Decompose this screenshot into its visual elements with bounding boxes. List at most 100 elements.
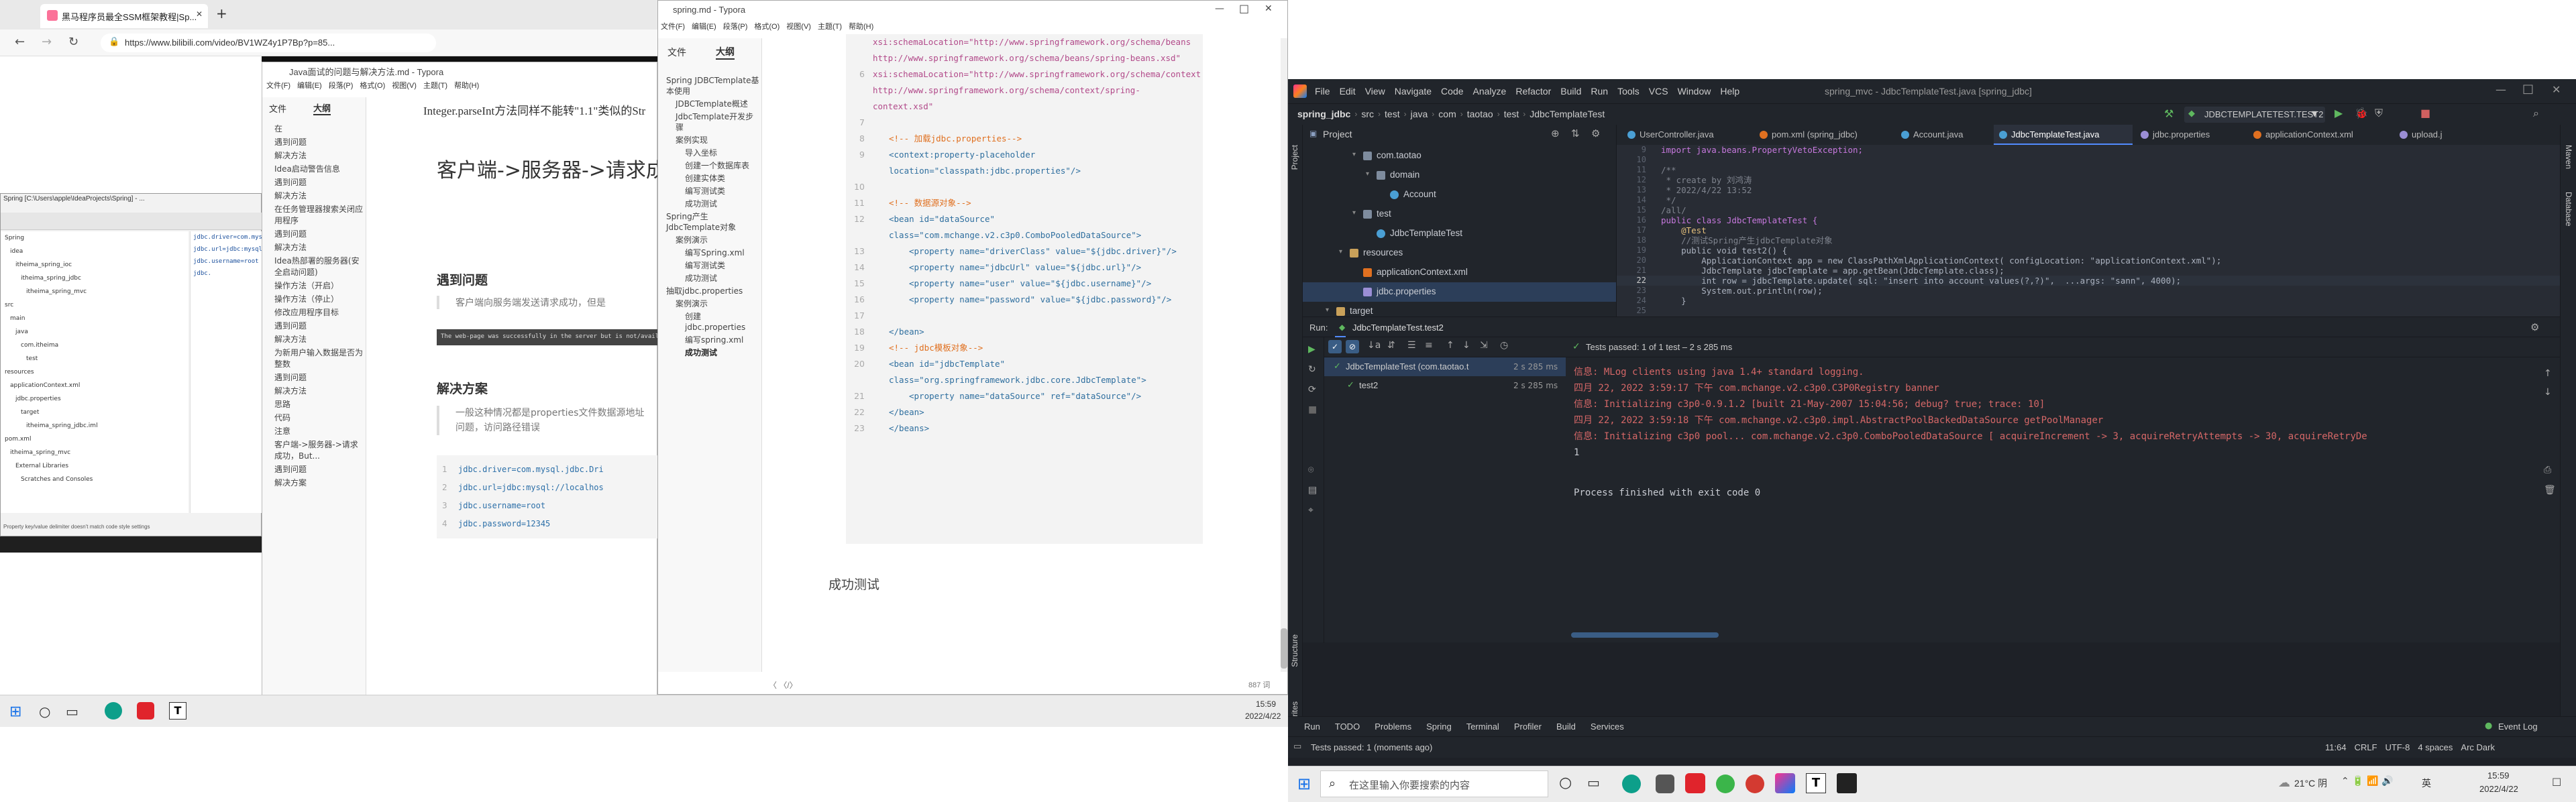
typora-taskbar-icon[interactable]: T (1806, 773, 1826, 793)
menu-window[interactable]: Window (1678, 86, 1711, 97)
next-failed-icon[interactable]: ↓ (1462, 340, 1470, 351)
menu-item[interactable]: 文件(F) (266, 80, 290, 91)
bottom-tab-todo[interactable]: TODO (1335, 722, 1360, 732)
outline-item[interactable]: 编写测试类 (685, 260, 760, 271)
outline-item[interactable]: 成功测试 (685, 347, 760, 358)
structure-tool-label[interactable]: Structure (1290, 634, 1299, 667)
chevron-icon[interactable]: ▾ (1352, 209, 1356, 217)
outline-item[interactable]: 案例演示 (676, 298, 760, 309)
sidebar-tab[interactable]: 文件 (667, 46, 686, 59)
run-icon[interactable]: ▶ (2334, 107, 2343, 119)
ignored-filter-icon[interactable]: ⊘ (1346, 340, 1359, 353)
breadcrumb-item[interactable]: JdbcTemplateTest (1529, 109, 1605, 119)
menu-item[interactable]: 主题(T) (818, 21, 842, 32)
outline-item[interactable]: 编写spring.xml (685, 335, 760, 345)
console-print-icon[interactable]: ⎙ (2544, 465, 2551, 475)
menu-item[interactable]: 格式(O) (754, 21, 780, 32)
toggle-autotest-icon[interactable]: ⟳ (1308, 384, 1316, 395)
cortana-icon[interactable]: ○ (1559, 775, 1572, 791)
status-item[interactable]: 11:64 (2325, 742, 2347, 752)
right-clock-date[interactable]: 2022/4/22 (2479, 784, 2518, 794)
bottom-tab-problems[interactable]: Problems (1375, 722, 1411, 732)
status-item[interactable]: 4 spaces (2418, 742, 2453, 752)
edge-icon[interactable] (1622, 775, 1641, 793)
bottom-tab-profiler[interactable]: Profiler (1514, 722, 1542, 732)
collapse-all-icon[interactable]: ⇅ (1571, 127, 1580, 139)
outline-item[interactable]: 思路 (274, 399, 364, 410)
app-icon-1[interactable] (1656, 775, 1674, 793)
terminal-icon[interactable] (1837, 773, 1857, 793)
menu-item[interactable]: 帮助(H) (454, 80, 479, 91)
outline-item[interactable]: 操作方法（停止） (274, 294, 364, 305)
gear-icon[interactable]: ⚙ (1591, 127, 1600, 139)
outline-item[interactable]: 遇到问题 (274, 372, 364, 384)
tree-item[interactable]: ▾ com.taotao (1303, 146, 1616, 166)
outline-item[interactable]: 在 (274, 123, 364, 135)
outline-item[interactable]: 成功测试 (685, 198, 760, 209)
outline-item[interactable]: 解决方法 (274, 334, 364, 345)
address-bar[interactable]: 🔒 https://www.bilibili.com/video/BV1WZ4y… (101, 34, 436, 52)
outline-item[interactable]: 遇到问题 (274, 464, 364, 475)
breadcrumb-item[interactable]: com (1438, 109, 1456, 119)
outline-item[interactable]: 客户端->服务器->请求成功，But... (274, 439, 364, 462)
editor-tab[interactable]: applicationContext.xml (2248, 125, 2392, 145)
menu-item[interactable]: 编辑(E) (692, 21, 716, 32)
wechat-icon[interactable] (1716, 775, 1735, 793)
tree-item[interactable]: ▾ target (1303, 302, 1616, 317)
outline-item[interactable]: 遇到问题 (274, 137, 364, 148)
outline-item[interactable]: 解决方法 (274, 242, 364, 253)
editor-tab[interactable]: Account.java (1896, 125, 1991, 145)
breadcrumb-item[interactable]: spring_jdbc (1297, 109, 1350, 119)
rerun-icon[interactable]: ▶ (1308, 344, 1316, 355)
browser-tab[interactable]: 黑马程序员最全SSM框架教程|Sp... ✕ (40, 4, 208, 28)
editor-tab[interactable]: JdbcTemplateTest.java (1994, 125, 2133, 145)
menu-edit[interactable]: Edit (1340, 86, 1356, 97)
locate-icon[interactable]: ⊕ (1551, 127, 1560, 139)
back-icon[interactable]: ← (15, 35, 25, 49)
outline-item[interactable]: 创建jdbc.properties (685, 311, 760, 333)
typora-minimize-icon[interactable]: — (1215, 3, 1224, 14)
outline-item[interactable]: JDBCTemplate概述 (676, 99, 760, 109)
outline-item[interactable]: JdbcTemplate开发步骤 (676, 111, 760, 133)
outline-item[interactable]: 为新用户输入数据是否为整数 (274, 347, 364, 370)
netease-music-icon[interactable] (1746, 775, 1764, 793)
typora-close-icon[interactable]: ✕ (1265, 3, 1273, 14)
editor-tab[interactable]: jdbc.properties (2135, 125, 2245, 145)
typora-front-window[interactable]: spring.md - Typora — □ ✕ 文件(F) 编辑(E) 段落(P)… (657, 0, 1288, 695)
breadcrumb-item[interactable]: test (1385, 109, 1400, 119)
camera-icon[interactable]: ⌾ (1308, 465, 1313, 475)
outline-item[interactable]: 解决方法 (274, 150, 364, 162)
sort-duration-icon[interactable]: ⇵ (1387, 340, 1395, 351)
ide-close-icon[interactable]: ✕ (2552, 83, 2561, 96)
chevron-icon[interactable]: ▾ (1366, 170, 1369, 178)
outline-item[interactable]: 案例实现 (676, 135, 760, 146)
editor-tab[interactable]: UserController.java (1622, 125, 1752, 145)
sidebar-tab[interactable]: 文件 (269, 102, 286, 115)
test-tree-item[interactable]: ✓ JdbcTemplateTest (com.taotao.t 2 s 285 m… (1324, 357, 1566, 376)
outline-item[interactable]: 解决方法 (274, 386, 364, 397)
menu-item[interactable]: 段落(P) (723, 21, 748, 32)
outline-item[interactable]: 创建一个数据库表 (685, 160, 760, 171)
breadcrumb-item[interactable]: taotao (1467, 109, 1493, 119)
typora-maximize-icon[interactable]: □ (1239, 2, 1249, 15)
windows-start-icon[interactable]: ⊞ (1297, 775, 1311, 793)
database-tool-label[interactable]: Database (2564, 192, 2573, 226)
close-tab-icon[interactable]: ✕ (196, 9, 203, 19)
hammer-icon[interactable]: ⚒ (2164, 107, 2174, 120)
export-icon[interactable]: ⇲ (1480, 340, 1488, 351)
sidebar-tab[interactable]: 大纲 (716, 45, 735, 60)
outline-item[interactable]: 遇到问题 (274, 177, 364, 188)
typora-back-window[interactable]: Java面试的问题与解决方法.md - Typora 文件(F) 编辑(E) 段落(… (262, 62, 658, 744)
menu-vcs[interactable]: VCS (1649, 86, 1668, 97)
menu-item[interactable]: 文件(F) (661, 21, 685, 32)
ide-maximize-icon[interactable]: □ (2522, 82, 2534, 96)
breadcrumb-item[interactable]: src (1361, 109, 1374, 119)
outline-item[interactable]: 修改应用程序目标 (274, 307, 364, 319)
outline-item[interactable]: 解决方法 (274, 190, 364, 202)
status-item[interactable]: CRLF (2355, 742, 2377, 752)
editor-tab[interactable]: pom.xml (spring_jdbc) (1754, 125, 1893, 145)
intellij-taskbar-icon[interactable] (1775, 773, 1795, 793)
menu-tools[interactable]: Tools (1617, 86, 1640, 97)
menu-item[interactable]: 段落(P) (329, 80, 354, 91)
bottom-tab-services[interactable]: Services (1591, 722, 1624, 732)
